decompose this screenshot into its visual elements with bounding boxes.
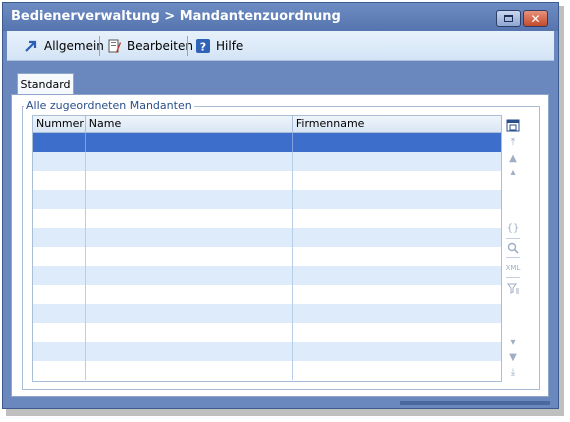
restore-button[interactable]	[496, 10, 521, 27]
table-row[interactable]	[33, 152, 501, 171]
edit-document-icon	[106, 38, 122, 54]
table-sidebar: ⤒ ▲ ▴ {} XML ▾ ▼ ⤓	[503, 115, 523, 382]
table-row[interactable]	[33, 342, 501, 361]
table-cell[interactable]	[293, 133, 501, 152]
table-cell[interactable]	[86, 190, 293, 209]
column-header-firmenname[interactable]: Firmenname	[293, 116, 501, 132]
table-cell[interactable]	[86, 304, 293, 323]
table-cell[interactable]	[293, 361, 501, 380]
tab-standard[interactable]: Standard	[17, 73, 74, 95]
xml-export-icon[interactable]: XML	[505, 261, 521, 275]
table-row[interactable]	[33, 133, 501, 152]
table-cell[interactable]	[33, 247, 86, 266]
column-header-nummer[interactable]: Nummer	[33, 116, 86, 132]
table-cell[interactable]	[86, 209, 293, 228]
menu-hilfe[interactable]: ? Hilfe	[195, 37, 243, 55]
table-cell[interactable]	[293, 190, 501, 209]
sidebar-separator	[506, 238, 520, 239]
menu-allgemein[interactable]: Allgemein	[23, 37, 104, 55]
move-first-icon[interactable]: ⤒	[505, 135, 521, 149]
mandanten-table[interactable]: Nummer Name Firmenname	[32, 115, 502, 382]
table-row[interactable]	[33, 304, 501, 323]
table-cell[interactable]	[33, 323, 86, 342]
menu-bearbeiten-label: Bearbeiten	[127, 39, 193, 53]
tab-panel: Alle zugeordneten Mandanten Nummer Name …	[11, 94, 549, 397]
brackets-icon[interactable]: {}	[505, 221, 521, 235]
table-cell[interactable]	[33, 342, 86, 361]
column-header-name[interactable]: Name	[86, 116, 293, 132]
table-cell[interactable]	[86, 247, 293, 266]
group-title: Alle zugeordneten Mandanten	[24, 99, 194, 112]
table-cell[interactable]	[33, 152, 86, 171]
filter-icon[interactable]	[505, 281, 521, 295]
menu-bearbeiten[interactable]: Bearbeiten	[106, 37, 193, 55]
content-area: Standard Alle zugeordneten Mandanten Num…	[7, 61, 554, 401]
table-cell[interactable]	[33, 133, 86, 152]
table-cell[interactable]	[86, 285, 293, 304]
toolbar: Allgemein Bearbeiten ? Hilfe	[7, 31, 554, 61]
table-body	[33, 133, 501, 380]
table-row[interactable]	[33, 171, 501, 190]
table-cell[interactable]	[33, 171, 86, 190]
table-cell[interactable]	[293, 266, 501, 285]
table-cell[interactable]	[86, 228, 293, 247]
table-cell[interactable]	[293, 171, 501, 190]
table-row[interactable]	[33, 209, 501, 228]
close-icon: ✕	[530, 11, 541, 26]
table-cell[interactable]	[293, 247, 501, 266]
table-cell[interactable]	[86, 342, 293, 361]
background-strip	[400, 401, 550, 405]
title-bar[interactable]: Bedienerverwaltung > Mandantenzuordnung …	[3, 3, 558, 31]
table-cell[interactable]	[33, 361, 86, 380]
menu-hilfe-label: Hilfe	[216, 39, 244, 53]
table-cell[interactable]	[293, 285, 501, 304]
table-header: Nummer Name Firmenname	[33, 116, 501, 133]
sidebar-separator	[506, 257, 520, 258]
move-up-icon[interactable]: ▴	[505, 165, 521, 179]
table-cell[interactable]	[33, 190, 86, 209]
table-row[interactable]	[33, 247, 501, 266]
restore-icon	[504, 15, 513, 22]
menu-allgemein-label: Allgemein	[44, 39, 104, 53]
table-cell[interactable]	[33, 266, 86, 285]
toolbar-separator	[99, 36, 100, 56]
table-row[interactable]	[33, 266, 501, 285]
dialog-window: Bedienerverwaltung > Mandantenzuordnung …	[2, 2, 559, 409]
table-row[interactable]	[33, 285, 501, 304]
table-cell[interactable]	[293, 152, 501, 171]
table-cell[interactable]	[33, 209, 86, 228]
tab-standard-label: Standard	[20, 78, 71, 91]
table-cell[interactable]	[86, 323, 293, 342]
svg-text:?: ?	[200, 41, 206, 54]
column-chooser-icon[interactable]	[505, 118, 521, 132]
window-title: Bedienerverwaltung > Mandantenzuordnung	[11, 9, 341, 24]
move-last-icon[interactable]: ⤓	[505, 365, 521, 379]
table-cell[interactable]	[86, 266, 293, 285]
move-down-icon[interactable]: ▾	[505, 335, 521, 349]
table-row[interactable]	[33, 228, 501, 247]
table-cell[interactable]	[293, 342, 501, 361]
table-cell[interactable]	[33, 285, 86, 304]
table-cell[interactable]	[33, 228, 86, 247]
table-cell[interactable]	[33, 304, 86, 323]
table-cell[interactable]	[86, 171, 293, 190]
table-cell[interactable]	[293, 323, 501, 342]
help-icon: ?	[195, 38, 211, 54]
search-icon[interactable]	[505, 241, 521, 255]
table-cell[interactable]	[86, 133, 293, 152]
sidebar-separator	[506, 277, 520, 278]
close-button[interactable]: ✕	[523, 10, 548, 27]
toolbar-separator	[187, 36, 188, 56]
table-cell[interactable]	[86, 361, 293, 380]
table-cell[interactable]	[293, 209, 501, 228]
table-cell[interactable]	[293, 228, 501, 247]
arrow-up-right-icon	[23, 38, 39, 54]
table-row[interactable]	[33, 361, 501, 380]
table-cell[interactable]	[293, 304, 501, 323]
table-row[interactable]	[33, 190, 501, 209]
table-cell[interactable]	[86, 152, 293, 171]
move-down-fast-icon[interactable]: ▼	[505, 350, 521, 364]
move-up-fast-icon[interactable]: ▲	[505, 151, 521, 165]
table-row[interactable]	[33, 323, 501, 342]
